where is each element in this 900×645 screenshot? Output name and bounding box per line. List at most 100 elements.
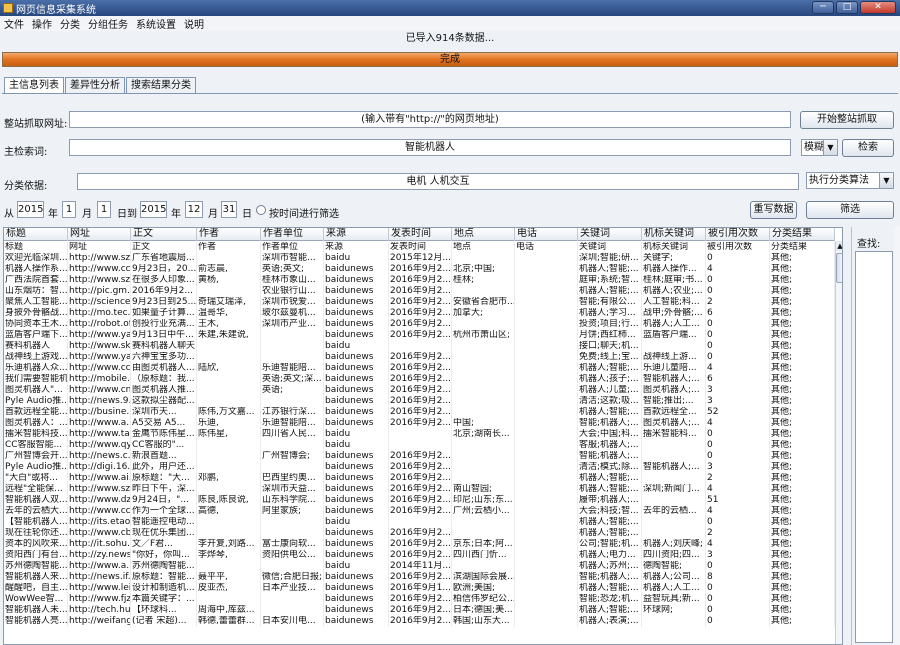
tab-main-list[interactable]: 主信息列表: [4, 77, 64, 93]
table-row[interactable]: 蓝盾客户端下...http://www.ya...9月13日中午...朱建,朱建…: [4, 330, 835, 341]
end-year-input[interactable]: 2015: [140, 201, 167, 218]
table-cell: 由图灵机器人...: [131, 363, 197, 374]
rewrite-data-button[interactable]: 重写数据: [750, 201, 797, 219]
start-day-input[interactable]: 1: [97, 201, 111, 218]
table-cell: 广州智博会;: [261, 451, 324, 462]
table-row[interactable]: 资本的风吹来...http://it.sohu....文／F君...李开复,刘路…: [4, 539, 835, 550]
match-mode-select[interactable]: 模糊 ▼: [801, 139, 838, 156]
table-row[interactable]: 【智能机器人...http://its.etao.c...智能遥控电动... ba…: [4, 517, 835, 528]
table-row[interactable]: 欢迎光临深圳...http://www.sz...广东省地震局... 深圳市智能.…: [4, 253, 835, 264]
end-month-input[interactable]: 12: [185, 201, 203, 218]
table-cell: 日本产业技...: [261, 583, 324, 594]
table-row[interactable]: 智能机器人双...http://www.dz...9月24日，"...陈良,陈良…: [4, 495, 835, 506]
table-row[interactable]: 赛科机器人http://www.sk...赛科机器人聊天... baidu 接口;聊…: [4, 341, 835, 352]
table-cell: http://www.fjz...: [69, 594, 131, 605]
table-row[interactable]: 智能机器人亮...http://weifang...(记者 宋超)...韩德,蕾…: [4, 616, 835, 627]
end-day-input[interactable]: 31: [221, 201, 237, 218]
table-cell: [261, 517, 324, 528]
table-row[interactable]: 山东烟坊：智... http://pic.gm... 2016年9月2... 农业银行…: [4, 286, 835, 297]
column-header[interactable]: 被引用次数: [706, 228, 770, 241]
table-cell: 3: [706, 396, 770, 407]
table-row[interactable]: 协同资本王木...http://robot.of...创投行业充满...王木,深…: [4, 319, 835, 330]
table-row[interactable]: 远程"全能保...http://www.sz...昨日下午，深... 深圳市天益.…: [4, 484, 835, 495]
maximize-icon[interactable]: □: [836, 1, 858, 14]
table-row[interactable]: 广州智博会开... http://news.c... 新浪首题... 广州智博会; ba…: [4, 451, 835, 462]
menu-settings[interactable]: 系统设置: [136, 16, 176, 31]
url-input[interactable]: (输入带有"http://"的网页地址): [69, 111, 791, 128]
column-header[interactable]: 来源: [324, 228, 389, 241]
table-row[interactable]: 身披外骨骼战... http://mo.tec... 如果量子计算... 温哥华, 玻尔…: [4, 308, 835, 319]
table-row[interactable]: 苏州德陶智能... http://www.a... 苏州德陶智能... baidu 20…: [4, 561, 835, 572]
column-header[interactable]: 作者单位: [261, 228, 324, 241]
time-filter-radio[interactable]: [256, 205, 266, 215]
start-month-input[interactable]: 1: [62, 201, 76, 218]
table-row[interactable]: 机器人操作系...http://www.cc...9月23日，20...俞志晨,…: [4, 264, 835, 275]
menu-group-task[interactable]: 分组任务: [88, 16, 128, 31]
filter-button[interactable]: 筛选: [806, 201, 894, 219]
find-scrollbar[interactable]: [894, 227, 900, 645]
menu-classify[interactable]: 分类: [60, 16, 80, 31]
table-row[interactable]: 图灵机器人"...http://www.cn...图灵机器人推... 英语;bai…: [4, 385, 835, 396]
table-row[interactable]: 现在往轮你还...http://www.cb...现在优乐集团... baidun…: [4, 528, 835, 539]
category-input[interactable]: 电机 人机交互: [77, 173, 799, 190]
table-row[interactable]: 战神线上游戏...http://www.ya...六神宝宝多功... baidun…: [4, 352, 835, 363]
menu-file[interactable]: 文件: [4, 16, 24, 31]
scroll-thumb[interactable]: [836, 253, 842, 283]
column-header[interactable]: 关键词: [578, 228, 642, 241]
table-cell: baidunews: [324, 484, 389, 495]
table-row[interactable]: "大白"或将... http://www.ai... 原标题："大... 邓鹏, 巴西里…: [4, 473, 835, 484]
table-cell: 周海中,库兹...: [197, 605, 261, 616]
table-row[interactable]: 智能机器人未...http://tech.hu...【环球科...周海中,库兹.…: [4, 605, 835, 616]
table-cell: [197, 374, 261, 385]
table-row[interactable]: 图灵机器人：... http://www.a... A5交易 A5... 乐迪, 乐迪智…: [4, 418, 835, 429]
table-scrollbar[interactable]: ▲: [835, 241, 842, 644]
start-crawl-button[interactable]: 开始整站抓取: [800, 111, 894, 129]
table-row[interactable]: CC客服智能...http://www.qy...CC客服的"... baidu 客…: [4, 440, 835, 451]
window-controls: ─ □ ✕: [812, 1, 896, 14]
url-label: 整站抓取网址:: [4, 119, 68, 130]
table-row[interactable]: WowWee智...http://www.fjz...本篇关键字：... baid…: [4, 594, 835, 605]
menu-help[interactable]: 说明: [184, 16, 204, 31]
match-mode-value: 模糊: [804, 142, 824, 153]
column-header[interactable]: 机标关键词: [642, 228, 706, 241]
table-row[interactable]: Pyle Audio推... http://news.9... 这款拟尘器配... b…: [4, 396, 835, 407]
table-cell: [515, 473, 578, 484]
scroll-up-icon[interactable]: ▲: [836, 241, 842, 251]
column-header[interactable]: 发表时间: [389, 228, 452, 241]
table-row[interactable]: 乐迪机器人众...http://www.cc...由图灵机器人...陆欣,乐迪智…: [4, 363, 835, 374]
table-row[interactable]: 擂米智能科技...http://www.ta...金鹰节陈伟星...陈伟星,四川…: [4, 429, 835, 440]
minimize-icon[interactable]: ─: [812, 1, 834, 14]
keyword-input[interactable]: 智能机器人: [69, 139, 791, 156]
table-row[interactable]: 资阳西门有台...http://zy.news..."你好，你叫...李烨琴,资…: [4, 550, 835, 561]
search-button[interactable]: 检索: [842, 139, 894, 157]
tab-search-classify[interactable]: 搜索结果分类: [126, 77, 196, 93]
table-cell: [452, 462, 515, 473]
column-header[interactable]: 标题: [4, 228, 68, 241]
menu-operate[interactable]: 操作: [32, 16, 52, 31]
column-header[interactable]: 地点: [452, 228, 515, 241]
column-header[interactable]: 分类结果: [770, 228, 835, 241]
table-row[interactable]: 我们需要智能机...http://mobile....（原标题：我... 英语;英…: [4, 374, 835, 385]
table-row[interactable]: Pyle Audio推... http://digi.16... 此外，用户还...…: [4, 462, 835, 473]
table-cell: http://news.if...: [69, 572, 131, 583]
table-row[interactable]: 标题 网址 正文 作者 作者单位 来源 发表时间 地点 电话 关键词 机标关键词 被引用次数 分类结果: [4, 242, 835, 253]
find-input[interactable]: [855, 251, 893, 643]
table-cell: 机器人;孩子;...: [578, 374, 642, 385]
algorithm-value: 执行分类算法: [809, 175, 869, 186]
table-cell: [515, 506, 578, 517]
column-header[interactable]: 作者: [197, 228, 261, 241]
table-row[interactable]: 去年的云栖大...http://www.cc...作为一个全球...高德,阿里家…: [4, 506, 835, 517]
close-icon[interactable]: ✕: [860, 1, 896, 14]
table-row[interactable]: 智能机器人来... http://news.if... 原标题：智能... 聂平平, 微…: [4, 572, 835, 583]
tab-diff-analysis[interactable]: 差异性分析: [65, 77, 125, 93]
table-row[interactable]: 醒醒吧，自主...http://www.lei...设计和制造机...皮亚杰,日…: [4, 583, 835, 594]
column-header[interactable]: 电话: [515, 228, 578, 241]
table-row[interactable]: 聚焦人工智能...http://science...9月23日到25...奇瑞艾…: [4, 297, 835, 308]
start-year-input[interactable]: 2015: [17, 201, 44, 218]
algorithm-select[interactable]: 执行分类算法 ▼: [806, 172, 894, 189]
table-row[interactable]: 广西法院首套...http://www.sz...在很多人印象...黄杨,桂林市…: [4, 275, 835, 286]
table-cell: 创投行业充满...: [131, 319, 197, 330]
table-row[interactable]: 首款远程全能... http://busine... 深圳市天... 陈伟,万文嘉..…: [4, 407, 835, 418]
column-header[interactable]: 网址: [68, 228, 131, 241]
column-header[interactable]: 正文: [131, 228, 197, 241]
